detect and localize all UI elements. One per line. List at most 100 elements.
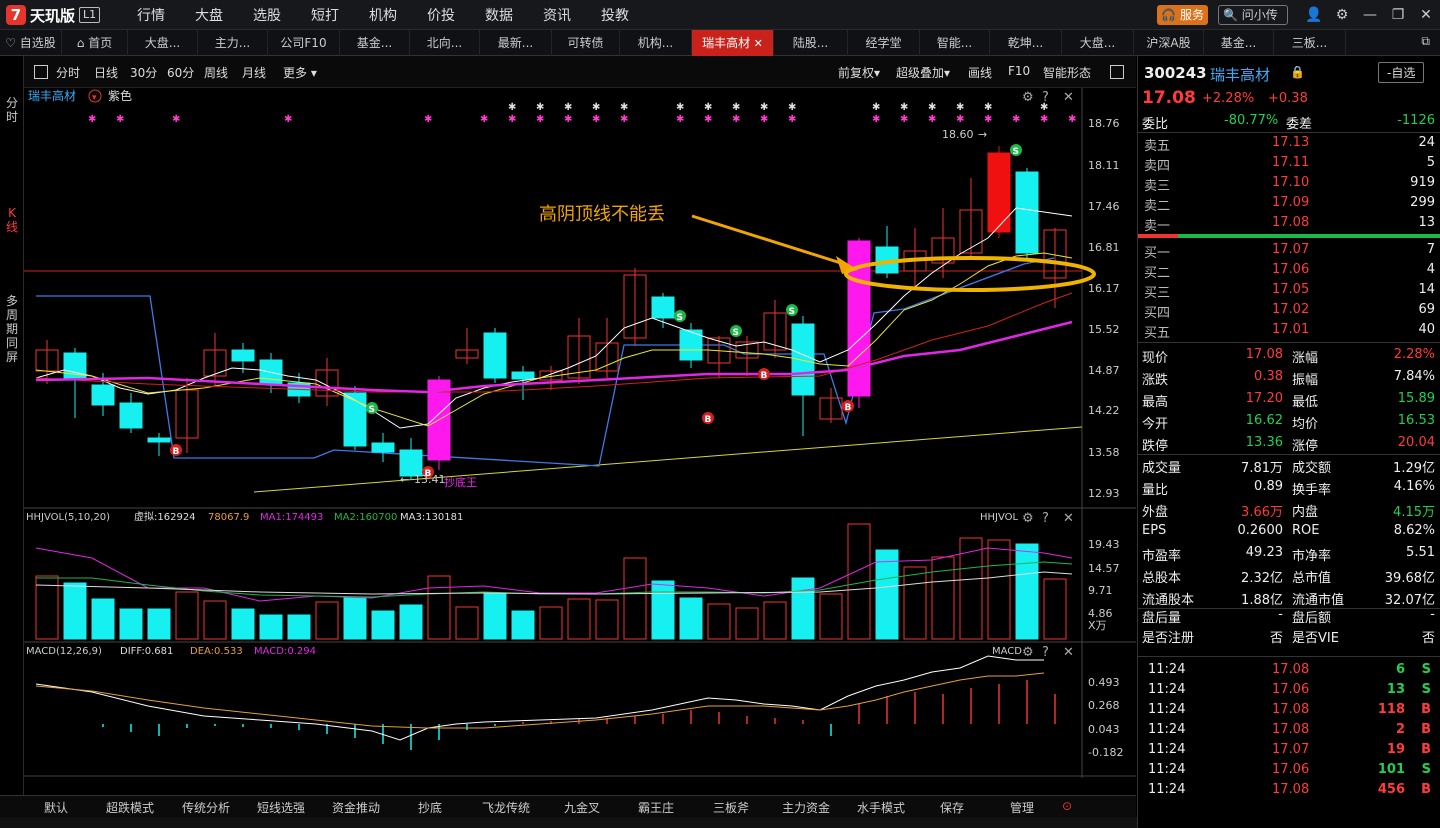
template-6[interactable]: 飞龙传统 — [482, 799, 530, 816]
user-icon[interactable]: 👤 — [1300, 7, 1328, 23]
minimize-icon[interactable]: — — [1356, 7, 1384, 23]
ask-row[interactable]: 卖二 17.09 299 — [1138, 193, 1440, 214]
stat-value: 5.51 — [1406, 545, 1435, 560]
topnav-item-2[interactable]: 选股 — [238, 5, 296, 25]
close-icon[interactable]: ✕ — [1412, 7, 1440, 23]
tab-6[interactable]: 北向... — [410, 29, 480, 56]
tick-price: 17.08 — [1272, 662, 1310, 677]
f10-button[interactable]: F10 — [1008, 64, 1030, 78]
template-4[interactable]: 资金推动 — [332, 799, 380, 816]
tab-12[interactable]: 经学堂 — [848, 29, 920, 56]
chart-area[interactable]: 瑞丰高材 ▾ 紫色 ⚙? ✕ 18.76 18.11 17.46 16.81 16.17 15.52… — [24, 88, 1136, 792]
tab-close-icon[interactable]: ✕ — [750, 37, 763, 50]
tab-1[interactable]: ⌂ 首页 — [62, 29, 128, 56]
topnav-item-6[interactable]: 数据 — [470, 5, 528, 25]
template-7[interactable]: 九金叉 — [564, 799, 600, 816]
restore-icon[interactable]: ❐ — [1384, 7, 1412, 23]
period-week[interactable]: 周线 — [204, 64, 228, 81]
bid-row[interactable]: 买一 17.07 7 — [1138, 240, 1440, 261]
panel-toggle-icon[interactable] — [34, 65, 48, 79]
stat-value: 7.81万 — [1241, 461, 1283, 476]
stat-row: 量比 0.89 换手率 4.16% — [1138, 477, 1440, 498]
settings-icon[interactable]: ⚙ — [1022, 645, 1034, 660]
bid-row[interactable]: 买二 17.06 4 — [1138, 260, 1440, 281]
help-icon[interactable]: ? — [1042, 511, 1049, 526]
ask-search-input[interactable]: 🔍 问小传 — [1218, 5, 1288, 25]
topnav-item-7[interactable]: 资讯 — [528, 5, 586, 25]
tab-3[interactable]: 主力... — [198, 29, 268, 56]
settings-icon[interactable]: ⚙ — [1022, 511, 1034, 526]
right-panel-toggle-icon[interactable] — [1110, 65, 1124, 79]
price-tick-label: 16.81 — [1088, 241, 1120, 254]
tab-13[interactable]: 智能... — [920, 29, 990, 56]
template-2[interactable]: 传统分析 — [182, 799, 230, 816]
tab-kline[interactable]: K线 — [0, 206, 24, 234]
close-icon[interactable]: ✕ — [1063, 645, 1074, 660]
tab-14[interactable]: 乾坤... — [990, 29, 1062, 56]
topnav-item-5[interactable]: 价投 — [412, 5, 470, 25]
template-5[interactable]: 抄底 — [418, 799, 442, 816]
period-month[interactable]: 月线 — [242, 64, 266, 81]
ask-row[interactable]: 卖一 17.08 13 — [1138, 213, 1440, 234]
bid-row[interactable]: 买四 17.02 69 — [1138, 300, 1440, 321]
add-watchlist-button[interactable]: -自选 — [1378, 62, 1425, 83]
close-icon[interactable]: ✕ — [1063, 511, 1074, 526]
tab-17[interactable]: 基金... — [1204, 29, 1274, 56]
overlay-dropdown[interactable]: 超级叠加▾ — [896, 64, 950, 81]
stat-label: 涨幅 — [1292, 351, 1319, 366]
period-minute[interactable]: 分时 — [56, 64, 80, 81]
adjust-dropdown[interactable]: 前复权▾ — [838, 64, 880, 81]
draw-button[interactable]: 画线 — [968, 64, 992, 81]
tab-8[interactable]: 可转债 — [552, 29, 620, 56]
topnav-item-1[interactable]: 大盘 — [180, 5, 238, 25]
ask-row[interactable]: 卖三 17.10 919 — [1138, 173, 1440, 194]
template-3[interactable]: 短线选强 — [257, 799, 305, 816]
close-icon[interactable]: ✕ — [1063, 90, 1074, 105]
period-day[interactable]: 日线 — [94, 64, 118, 81]
template-9[interactable]: 三板斧 — [713, 799, 749, 816]
tick-volume: 19 — [1386, 742, 1405, 757]
topnav-item-4[interactable]: 机构 — [354, 5, 412, 25]
tab-minute[interactable]: 分时 — [0, 96, 24, 124]
tab-15[interactable]: 大盘... — [1062, 29, 1134, 56]
tab-multi-period[interactable]: 多周期同屏 — [0, 294, 24, 364]
topnav-item-3[interactable]: 短打 — [296, 5, 354, 25]
template-12[interactable]: 保存 — [940, 799, 964, 816]
tab-5[interactable]: 基金... — [340, 29, 410, 56]
ask-row[interactable]: 卖四 17.11 5 — [1138, 153, 1440, 174]
tab-4[interactable]: 公司F10 — [268, 29, 340, 56]
period-30m[interactable]: 30分 — [130, 64, 157, 81]
bid-row[interactable]: 买五 17.01 40 — [1138, 320, 1440, 341]
tab-expand-icon[interactable]: ⧉ — [1421, 34, 1430, 49]
tab-10[interactable]: 瑞丰高材 ✕ — [692, 29, 774, 56]
service-button[interactable]: 🎧 服务 — [1157, 5, 1208, 25]
collapse-icon[interactable]: ⊙ — [1062, 799, 1072, 813]
topnav-item-8[interactable]: 投教 — [586, 5, 644, 25]
help-icon[interactable]: ? — [1042, 645, 1049, 660]
tab-0[interactable]: ♡ 自选股 — [0, 29, 62, 56]
chart-svg[interactable]: 瑞丰高材 ▾ 紫色 ⚙? ✕ 18.76 18.11 17.46 16.81 16.17 15.52… — [24, 88, 1136, 792]
tab-11[interactable]: 陆股... — [774, 29, 848, 56]
tab-7[interactable]: 最新... — [480, 29, 552, 56]
tab-16[interactable]: 沪深A股 — [1134, 29, 1204, 56]
template-1[interactable]: 超跌模式 — [106, 799, 154, 816]
signal-dot-icon: ✱ — [1068, 114, 1076, 125]
candle-body — [791, 323, 815, 396]
template-8[interactable]: 霸王庄 — [638, 799, 674, 816]
ask-row[interactable]: 卖五 17.13 24 — [1138, 133, 1440, 154]
app-logo[interactable]: 7 天玑版 L1 — [6, 5, 101, 25]
settings-icon[interactable]: ⚙ — [1328, 7, 1356, 23]
template-11[interactable]: 水手模式 — [857, 799, 905, 816]
template-0[interactable]: 默认 — [44, 799, 68, 816]
template-13[interactable]: 管理 — [1010, 799, 1034, 816]
settings-icon[interactable]: ⚙ — [1022, 90, 1034, 105]
template-10[interactable]: 主力资金 — [782, 799, 830, 816]
bid-row[interactable]: 买三 17.05 14 — [1138, 280, 1440, 301]
smart-pattern-button[interactable]: 智能形态 — [1043, 64, 1091, 81]
period-60m[interactable]: 60分 — [167, 64, 194, 81]
tab-18[interactable]: 三板... — [1274, 29, 1346, 56]
topnav-item-0[interactable]: 行情 — [122, 5, 180, 25]
more-dropdown[interactable]: 更多 ▾ — [283, 64, 317, 81]
tab-9[interactable]: 机构... — [620, 29, 692, 56]
tab-2[interactable]: 大盘... — [128, 29, 198, 56]
